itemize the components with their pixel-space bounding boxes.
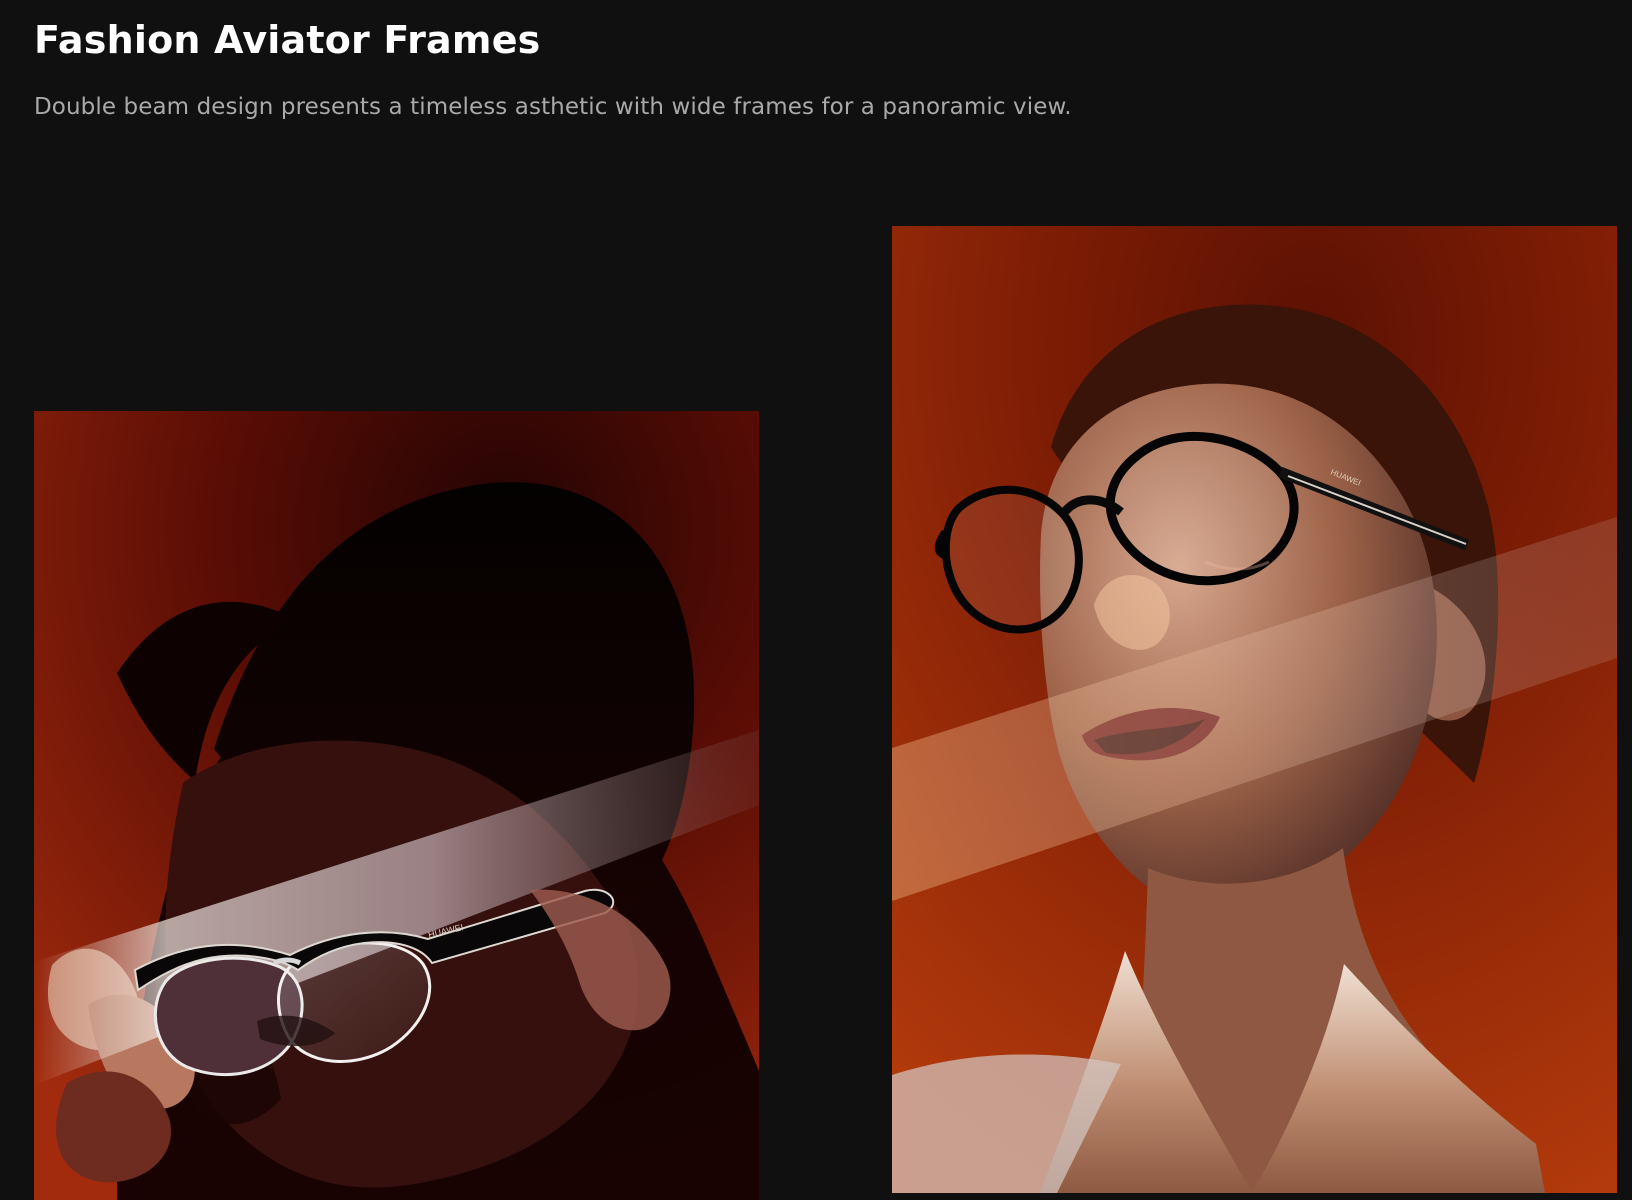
- section-title: Fashion Aviator Frames: [34, 18, 541, 62]
- woman-glasses-photo: HUAWEI: [892, 226, 1617, 1193]
- man-glasses-photo: HUAWEI: [34, 411, 759, 1200]
- fashion-aviator-frames-section: Fashion Aviator Frames Double beam desig…: [0, 0, 1632, 1200]
- man-glasses-illustration: HUAWEI: [34, 411, 759, 1200]
- woman-glasses-illustration: HUAWEI: [892, 226, 1617, 1193]
- section-description: Double beam design presents a timeless a…: [34, 94, 1072, 120]
